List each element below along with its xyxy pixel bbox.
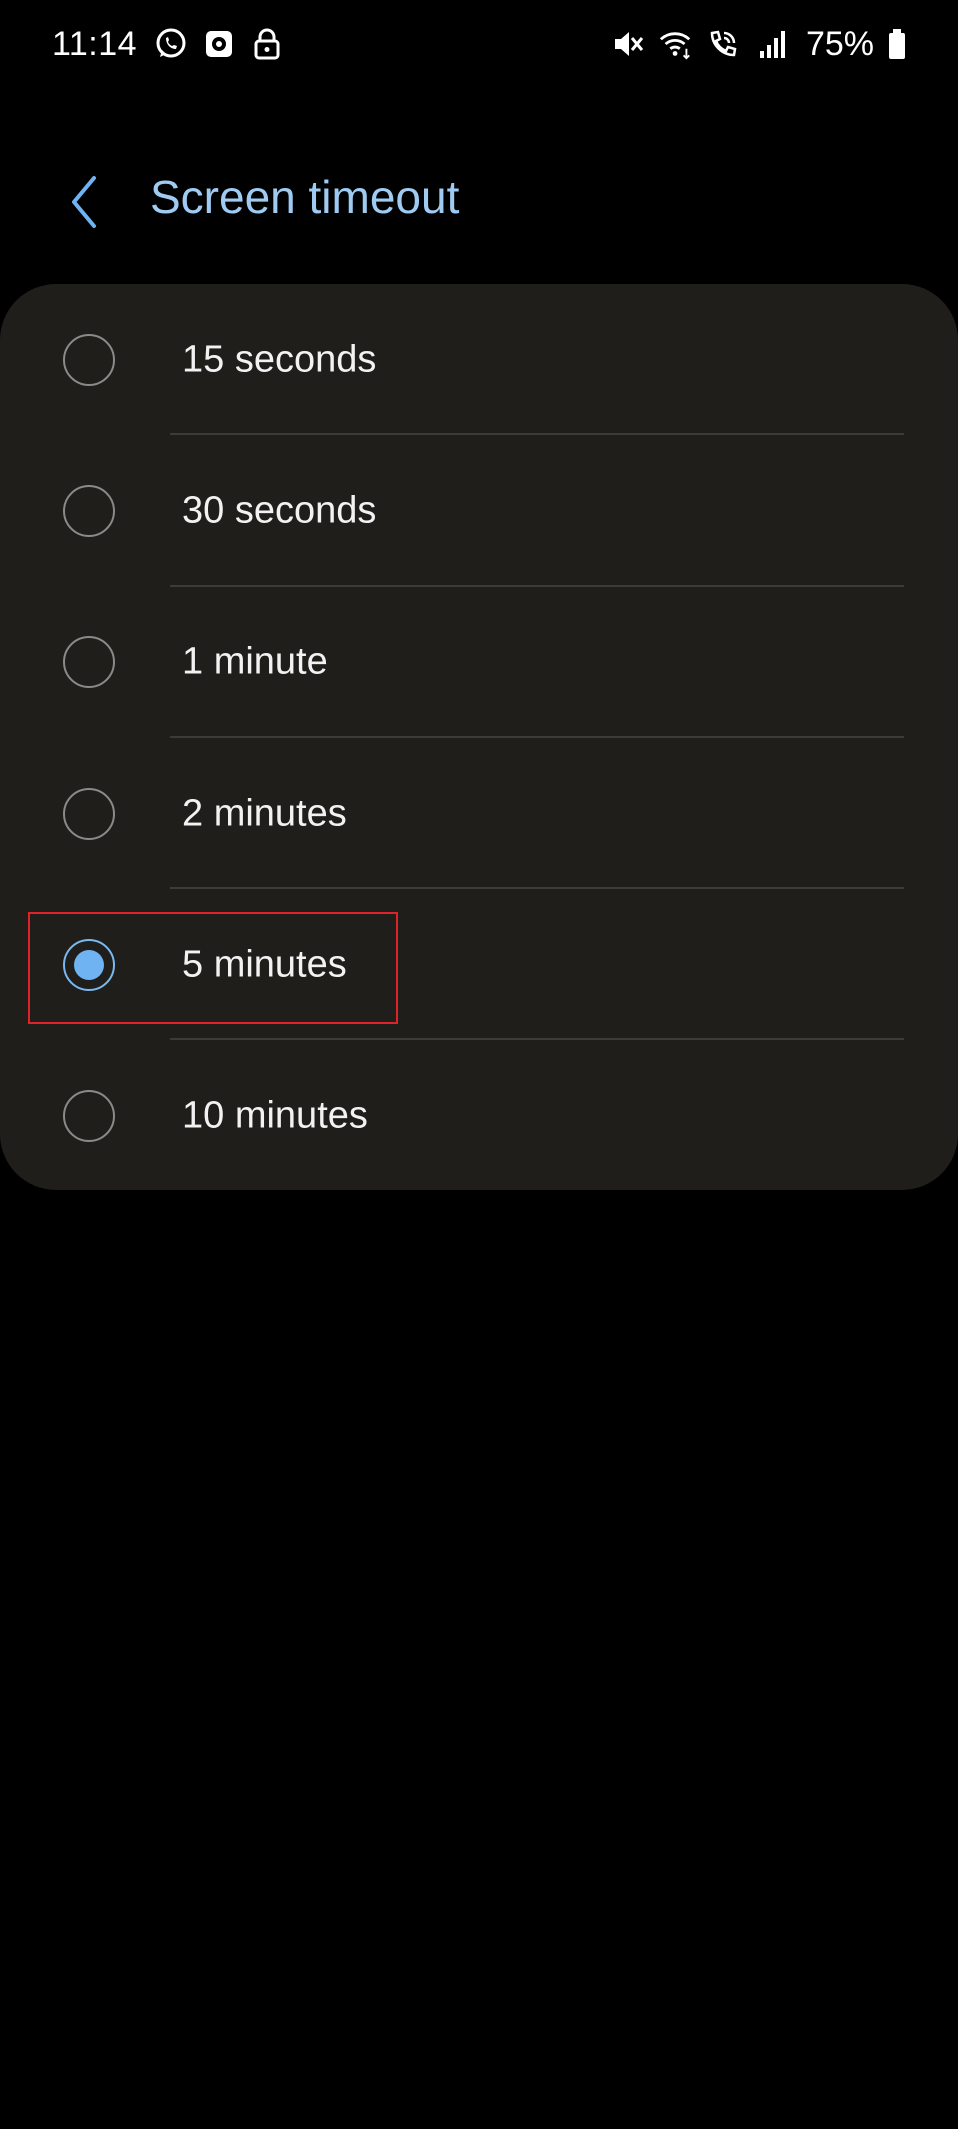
battery-icon [886, 26, 908, 62]
wifi-icon [658, 26, 694, 62]
option-1-minute[interactable]: 1 minute [0, 587, 958, 738]
option-30-seconds[interactable]: 30 seconds [0, 435, 958, 587]
app-header: Screen timeout [0, 160, 958, 240]
timeout-options-card: 15 seconds 30 seconds 1 minute 2 minutes… [0, 284, 958, 1190]
chevron-left-icon [72, 176, 96, 228]
wifi-call-icon [706, 26, 742, 62]
whatsapp-icon [153, 26, 189, 62]
page-title: Screen timeout [150, 171, 460, 223]
lock-icon [249, 26, 285, 62]
option-label: 15 seconds [182, 338, 377, 381]
status-bar: 11:14 75% [0, 0, 958, 88]
radio-button[interactable] [63, 484, 115, 537]
status-time: 11:14 [52, 24, 138, 63]
option-label: 2 minutes [182, 792, 347, 835]
status-right: 75% [610, 25, 908, 64]
radio-button[interactable] [63, 1090, 115, 1143]
radio-button-selected[interactable] [63, 938, 115, 991]
signal-icon [754, 26, 790, 62]
option-15-seconds[interactable]: 15 seconds [0, 284, 958, 436]
mute-icon [610, 26, 646, 62]
option-2-minutes[interactable]: 2 minutes [0, 738, 958, 890]
radio-button[interactable] [63, 636, 115, 689]
camera-app-icon [201, 26, 237, 62]
back-button[interactable] [56, 174, 112, 230]
option-5-minutes[interactable]: 5 minutes [0, 889, 958, 1041]
option-10-minutes[interactable]: 10 minutes [0, 1040, 958, 1190]
option-label: 30 seconds [182, 489, 377, 532]
option-label: 5 minutes [182, 943, 347, 986]
status-left: 11:14 [52, 25, 285, 64]
radio-button[interactable] [63, 333, 115, 386]
battery-level: 75% [805, 24, 874, 63]
radio-button[interactable] [63, 787, 115, 840]
option-label: 10 minutes [182, 1094, 368, 1137]
option-label: 1 minute [182, 640, 328, 683]
